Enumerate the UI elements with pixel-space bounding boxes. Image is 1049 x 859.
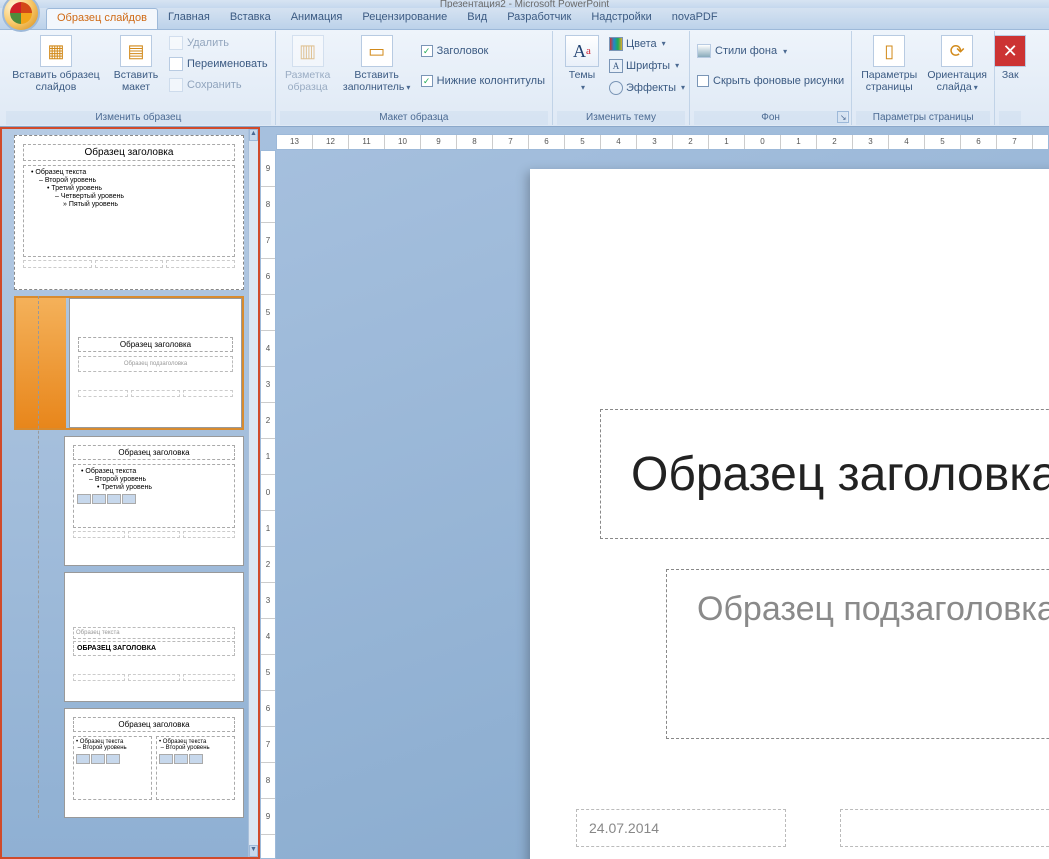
tab-animation[interactable]: Анимация xyxy=(281,8,353,29)
effects-button[interactable]: Эффекты▾ xyxy=(609,77,685,98)
group-close: ✕ Зак xyxy=(995,31,1025,125)
group-label-edit-theme: Изменить тему xyxy=(557,111,685,125)
chevron-down-icon: ▾ xyxy=(406,83,410,92)
insert-placeholder-icon: ▭ xyxy=(361,35,393,67)
colors-icon xyxy=(609,37,623,51)
checkbox-checked-icon: ✓ xyxy=(421,45,433,57)
title-bar: Презентация2 - Microsoft PowerPoint xyxy=(0,0,1049,8)
thumb-title: Образец заголовка xyxy=(23,144,235,161)
tab-review[interactable]: Рецензирование xyxy=(352,8,457,29)
insert-slide-master-button[interactable]: ▦ Вставить образец слайдов xyxy=(6,33,106,93)
thumbnail-panel: Образец заголовка • Образец текста – Вто… xyxy=(0,127,260,859)
tab-home[interactable]: Главная xyxy=(158,8,220,29)
scroll-up-icon[interactable]: ▲ xyxy=(249,129,258,141)
delete-button: Удалить xyxy=(166,33,271,53)
master-layout-icon: ▥ xyxy=(292,35,324,67)
rename-button[interactable]: Переименовать xyxy=(166,54,271,74)
slide-orientation-button[interactable]: ⟳ Ориентация слайда▾ xyxy=(924,33,990,93)
title-placeholder[interactable]: Образец заголовка xyxy=(600,409,1049,539)
close-master-button[interactable]: ✕ Зак xyxy=(999,33,1021,81)
fonts-button[interactable]: A Шрифты▾ xyxy=(609,55,685,76)
background-dialog-launcher[interactable]: ↘ xyxy=(837,111,849,123)
group-label-edit-master: Изменить образец xyxy=(6,111,271,125)
themes-icon: Aa xyxy=(565,35,599,67)
title-checkbox[interactable]: ✓ Заголовок xyxy=(418,41,548,61)
insert-layout-icon: ▤ xyxy=(120,35,152,67)
tab-addins[interactable]: Надстройки xyxy=(581,8,661,29)
date-placeholder[interactable]: 24.07.2014 xyxy=(576,809,786,847)
tab-novapdf[interactable]: novaPDF xyxy=(662,8,728,29)
workarea: Образец заголовка • Образец текста – Вто… xyxy=(0,127,1049,859)
layout-thumbnail-section-header[interactable]: Образец текста ОБРАЗЕЦ ЗАГОЛОВКА xyxy=(64,572,244,702)
page-setup-button[interactable]: ▯ Параметры страницы xyxy=(856,33,922,93)
group-label-background: Фон xyxy=(694,111,847,125)
group-background: Стили фона▾ Скрыть фоновые рисунки Фон ↘ xyxy=(690,31,852,125)
preserve-button: Сохранить xyxy=(166,75,271,95)
colors-button[interactable]: Цвета▾ xyxy=(609,33,685,54)
checkbox-unchecked-icon xyxy=(697,75,709,87)
insert-slide-master-icon: ▦ xyxy=(40,35,72,67)
ribbon-tabs: Образец слайдов Главная Вставка Анимация… xyxy=(0,8,1049,30)
group-edit-master: ▦ Вставить образец слайдов ▤ Вставить ма… xyxy=(2,31,276,125)
group-edit-theme: Aa Темы▾ Цвета▾ A Шрифты▾ Эффекты▾ Измен… xyxy=(553,31,690,125)
fonts-icon: A xyxy=(609,59,623,73)
hide-bg-graphics-checkbox[interactable]: Скрыть фоновые рисунки xyxy=(694,71,847,91)
preserve-icon xyxy=(169,78,183,92)
thumb-body: • Образец текста – Второй уровень • Трет… xyxy=(23,165,235,257)
rename-icon xyxy=(169,57,183,71)
checkbox-checked-icon: ✓ xyxy=(421,75,433,87)
tab-slide-master[interactable]: Образец слайдов xyxy=(46,8,158,29)
group-master-layout: ▥ Разметка образца ▭ Вставить заполнител… xyxy=(276,31,553,125)
tab-insert[interactable]: Вставка xyxy=(220,8,281,29)
layout-thumbnail-title-slide[interactable]: Образец заголовка Образец подзаголовка xyxy=(14,296,244,430)
tab-view[interactable]: Вид xyxy=(457,8,497,29)
horizontal-ruler[interactable]: 13121110987654321012345678910 xyxy=(276,134,1049,150)
insert-layout-button[interactable]: ▤ Вставить макет xyxy=(108,33,164,93)
ribbon: ▦ Вставить образец слайдов ▤ Вставить ма… xyxy=(0,30,1049,127)
scroll-down-icon[interactable]: ▼ xyxy=(249,845,258,857)
footer-placeholder[interactable]: Верхний колонтитул xyxy=(840,809,1049,847)
vertical-ruler[interactable]: 9876543210123456789 xyxy=(260,150,276,859)
themes-button[interactable]: Aa Темы▾ xyxy=(557,33,607,93)
master-layout-button: ▥ Разметка образца xyxy=(280,33,336,93)
chevron-down-icon: ▾ xyxy=(581,83,585,92)
slide-editor: 13121110987654321012345678910 9876543210… xyxy=(260,127,1049,859)
thumbnail-scrollbar[interactable]: ▲ ▼ xyxy=(248,129,258,857)
slide-canvas[interactable]: Образец заголовка Образец подзаголовка 2… xyxy=(530,169,1049,859)
master-thumbnail[interactable]: Образец заголовка • Образец текста – Вто… xyxy=(14,135,244,290)
subtitle-placeholder[interactable]: Образец подзаголовка xyxy=(666,569,1049,739)
page-setup-icon: ▯ xyxy=(873,35,905,67)
delete-icon xyxy=(169,36,183,50)
layout-thumbnail-two-content[interactable]: Образец заголовка • Образец текста – Вто… xyxy=(64,708,244,818)
group-label-master-layout: Макет образца xyxy=(280,111,548,125)
footers-checkbox[interactable]: ✓ Нижние колонтитулы xyxy=(418,71,548,91)
background-styles-icon xyxy=(697,44,711,58)
tab-developer[interactable]: Разработчик xyxy=(497,8,581,29)
close-icon: ✕ xyxy=(994,35,1026,67)
effects-icon xyxy=(609,81,623,95)
group-label-page-setup: Параметры страницы xyxy=(856,111,990,125)
layout-thumbnail-title-content[interactable]: Образец заголовка • Образец текста – Вто… xyxy=(64,436,244,566)
background-styles-button[interactable]: Стили фона▾ xyxy=(694,41,847,61)
window-title: Презентация2 - Microsoft PowerPoint xyxy=(440,0,609,8)
slide-orientation-icon: ⟳ xyxy=(941,35,973,67)
insert-placeholder-button[interactable]: ▭ Вставить заполнитель▾ xyxy=(338,33,416,93)
group-page-setup: ▯ Параметры страницы ⟳ Ориентация слайда… xyxy=(852,31,995,125)
